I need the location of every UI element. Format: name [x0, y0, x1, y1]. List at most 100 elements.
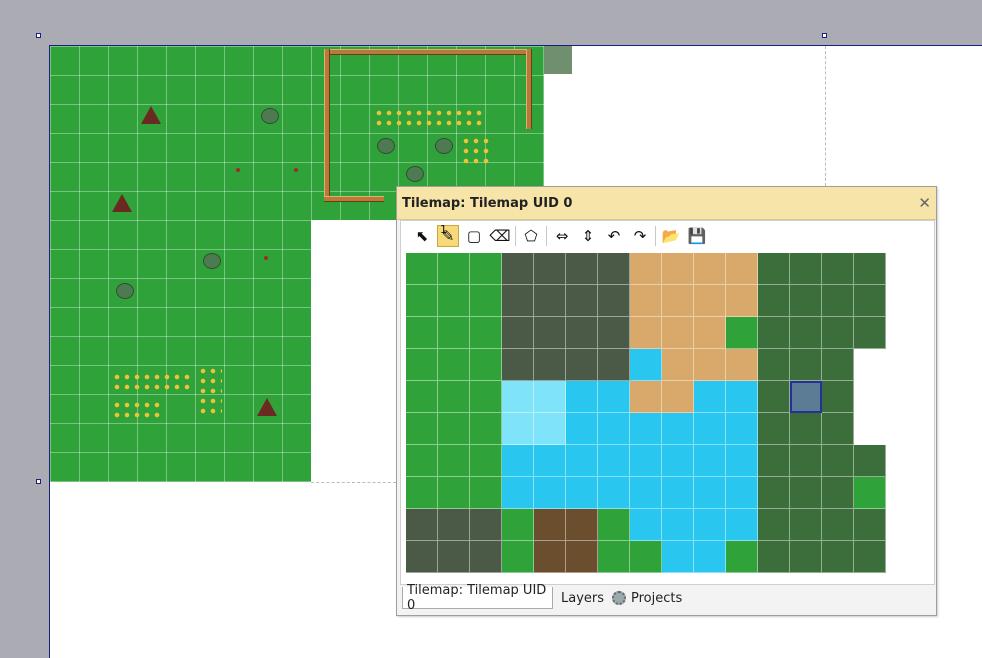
resize-handle-top-middle[interactable]	[822, 33, 827, 38]
tile[interactable]	[694, 477, 726, 509]
tile[interactable]	[630, 477, 662, 509]
tile[interactable]	[854, 445, 886, 477]
save-icon[interactable]: 💾	[686, 225, 708, 247]
tile[interactable]	[406, 509, 438, 541]
undo-icon[interactable]: ↶	[603, 225, 625, 247]
tile[interactable]	[854, 477, 886, 509]
tile[interactable]	[566, 317, 598, 349]
tile[interactable]	[822, 317, 854, 349]
tile[interactable]	[822, 285, 854, 317]
tile[interactable]	[726, 541, 758, 573]
move-horizontal-icon[interactable]: ⇔	[551, 225, 573, 247]
tile[interactable]	[694, 541, 726, 573]
tile[interactable]	[694, 253, 726, 285]
tile[interactable]	[758, 509, 790, 541]
tile[interactable]	[566, 285, 598, 317]
tile[interactable]	[534, 541, 566, 573]
close-icon[interactable]: ✕	[918, 194, 931, 212]
tile[interactable]	[854, 509, 886, 541]
tile[interactable]	[790, 445, 822, 477]
tile[interactable]	[726, 317, 758, 349]
tile[interactable]	[694, 349, 726, 381]
tile[interactable]	[470, 349, 502, 381]
tile[interactable]	[598, 253, 630, 285]
tile[interactable]	[534, 285, 566, 317]
tile[interactable]	[502, 349, 534, 381]
tile[interactable]	[758, 317, 790, 349]
resize-handle-top-left[interactable]	[36, 33, 41, 38]
tile[interactable]	[630, 509, 662, 541]
tile[interactable]	[406, 413, 438, 445]
tile[interactable]	[534, 413, 566, 445]
tile[interactable]	[566, 413, 598, 445]
tile[interactable]	[822, 253, 854, 285]
tile[interactable]	[662, 477, 694, 509]
tile[interactable]	[662, 349, 694, 381]
tile[interactable]	[726, 445, 758, 477]
tile[interactable]	[630, 285, 662, 317]
tile[interactable]	[566, 381, 598, 413]
tile[interactable]	[438, 541, 470, 573]
select-tool-icon[interactable]: ⬉	[411, 225, 433, 247]
tile[interactable]	[630, 253, 662, 285]
tile[interactable]	[854, 541, 886, 573]
tile[interactable]	[470, 413, 502, 445]
tile[interactable]	[662, 253, 694, 285]
tile[interactable]	[598, 285, 630, 317]
tile[interactable]	[406, 477, 438, 509]
tile-selected[interactable]	[790, 381, 822, 413]
tile[interactable]	[438, 285, 470, 317]
tile[interactable]	[566, 445, 598, 477]
tile[interactable]	[758, 285, 790, 317]
panel-header[interactable]: Tilemap: Tilemap UID 0 ✕	[397, 187, 936, 220]
tile[interactable]	[854, 317, 886, 349]
tile[interactable]	[438, 509, 470, 541]
tile[interactable]	[822, 413, 854, 445]
tile[interactable]	[694, 381, 726, 413]
tile[interactable]	[726, 285, 758, 317]
tile[interactable]	[438, 413, 470, 445]
tile[interactable]	[470, 317, 502, 349]
tile[interactable]	[566, 349, 598, 381]
redo-icon[interactable]: ↷	[629, 225, 651, 247]
tile[interactable]	[534, 381, 566, 413]
tile[interactable]	[566, 253, 598, 285]
tile[interactable]	[598, 317, 630, 349]
tile[interactable]	[758, 413, 790, 445]
tile[interactable]	[790, 317, 822, 349]
tile[interactable]	[822, 381, 854, 413]
tile[interactable]	[470, 445, 502, 477]
resize-handle-bottom-left[interactable]	[36, 479, 41, 484]
tile[interactable]	[630, 445, 662, 477]
tile[interactable]	[406, 381, 438, 413]
tile[interactable]	[470, 285, 502, 317]
tile[interactable]	[758, 445, 790, 477]
tile[interactable]	[566, 509, 598, 541]
tileset-palette[interactable]	[406, 253, 886, 573]
tile[interactable]	[406, 317, 438, 349]
tile[interactable]	[662, 381, 694, 413]
tilemap-panel[interactable]: Tilemap: Tilemap UID 0 ✕ ⬉ ✎ ▢ ⌫ ⬠ ⇔ ⇕ ↶…	[396, 186, 937, 616]
tile[interactable]	[758, 541, 790, 573]
tile[interactable]	[630, 317, 662, 349]
tile[interactable]	[662, 285, 694, 317]
tile[interactable]	[406, 541, 438, 573]
tile[interactable]	[502, 381, 534, 413]
tile[interactable]	[598, 509, 630, 541]
tile[interactable]	[662, 445, 694, 477]
tile[interactable]	[630, 413, 662, 445]
tile[interactable]	[726, 349, 758, 381]
tile[interactable]	[822, 509, 854, 541]
tile[interactable]	[758, 253, 790, 285]
tile[interactable]	[790, 477, 822, 509]
tile[interactable]	[790, 541, 822, 573]
tile[interactable]	[822, 477, 854, 509]
tile[interactable]	[470, 541, 502, 573]
tab-tilemap[interactable]: Tilemap: Tilemap UID 0	[402, 583, 553, 613]
tile[interactable]	[790, 413, 822, 445]
tab-projects[interactable]: Projects	[608, 587, 698, 609]
tile[interactable]	[438, 381, 470, 413]
tile[interactable]	[854, 253, 886, 285]
tile[interactable]	[662, 509, 694, 541]
tile[interactable]	[598, 381, 630, 413]
